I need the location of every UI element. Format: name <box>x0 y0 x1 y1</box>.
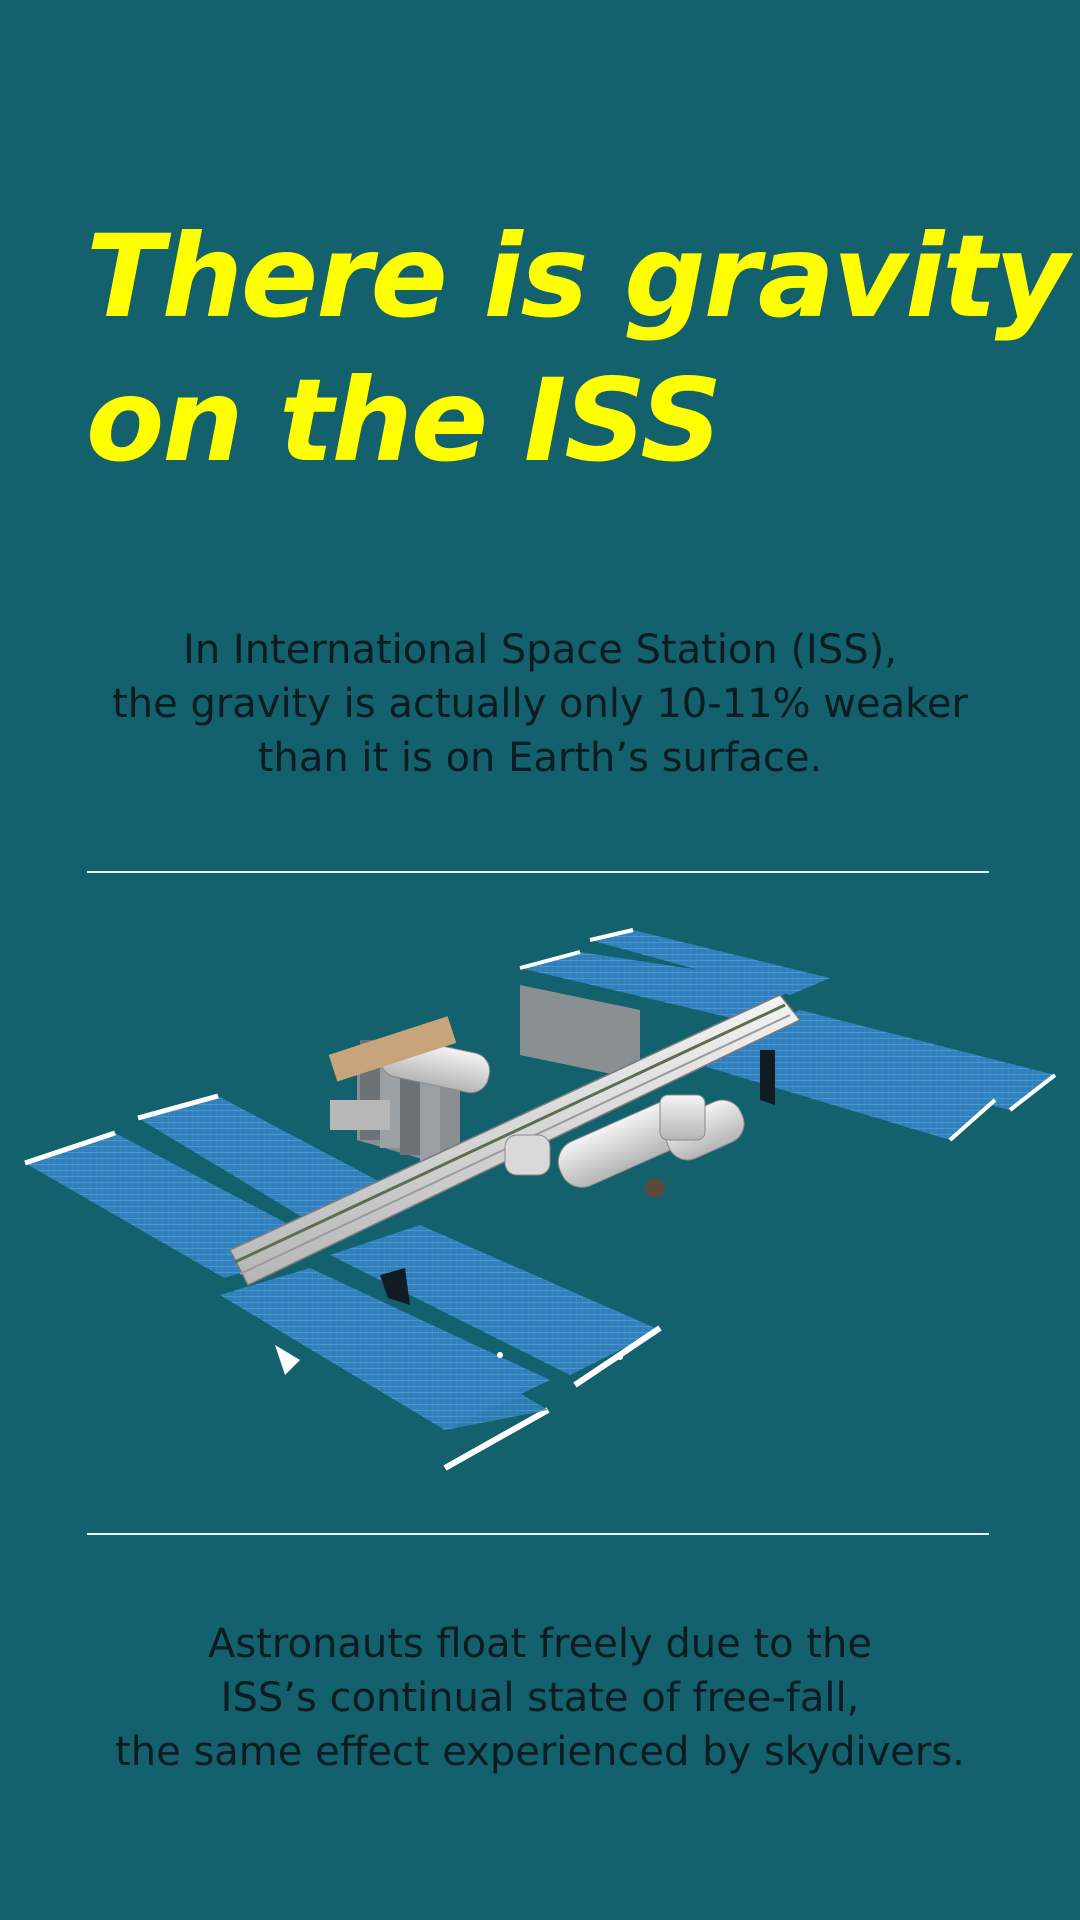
intro-paragraph: In International Space Station (ISS), th… <box>40 623 1040 785</box>
iss-illustration <box>24 928 1057 1471</box>
title-line-2: on the ISS <box>86 354 722 487</box>
intro-line-1: In International Space Station (ISS), <box>183 627 897 673</box>
outro-line-2: ISS’s continual state of free-fall, <box>220 1675 860 1721</box>
page-title: There is gravity on the ISS <box>86 205 1069 493</box>
bottom-divider <box>87 1533 989 1535</box>
intro-line-2: the gravity is actually only 10-11% weak… <box>112 681 968 727</box>
outro-line-1: Astronauts float freely due to the <box>208 1621 872 1667</box>
outro-line-3: the same effect experienced by skydivers… <box>115 1729 965 1775</box>
intro-line-3: than it is on Earth’s surface. <box>257 735 823 781</box>
title-line-1: There is gravity <box>86 210 1069 343</box>
outro-paragraph: Astronauts float freely due to the ISS’s… <box>40 1617 1040 1779</box>
top-divider <box>87 871 989 873</box>
